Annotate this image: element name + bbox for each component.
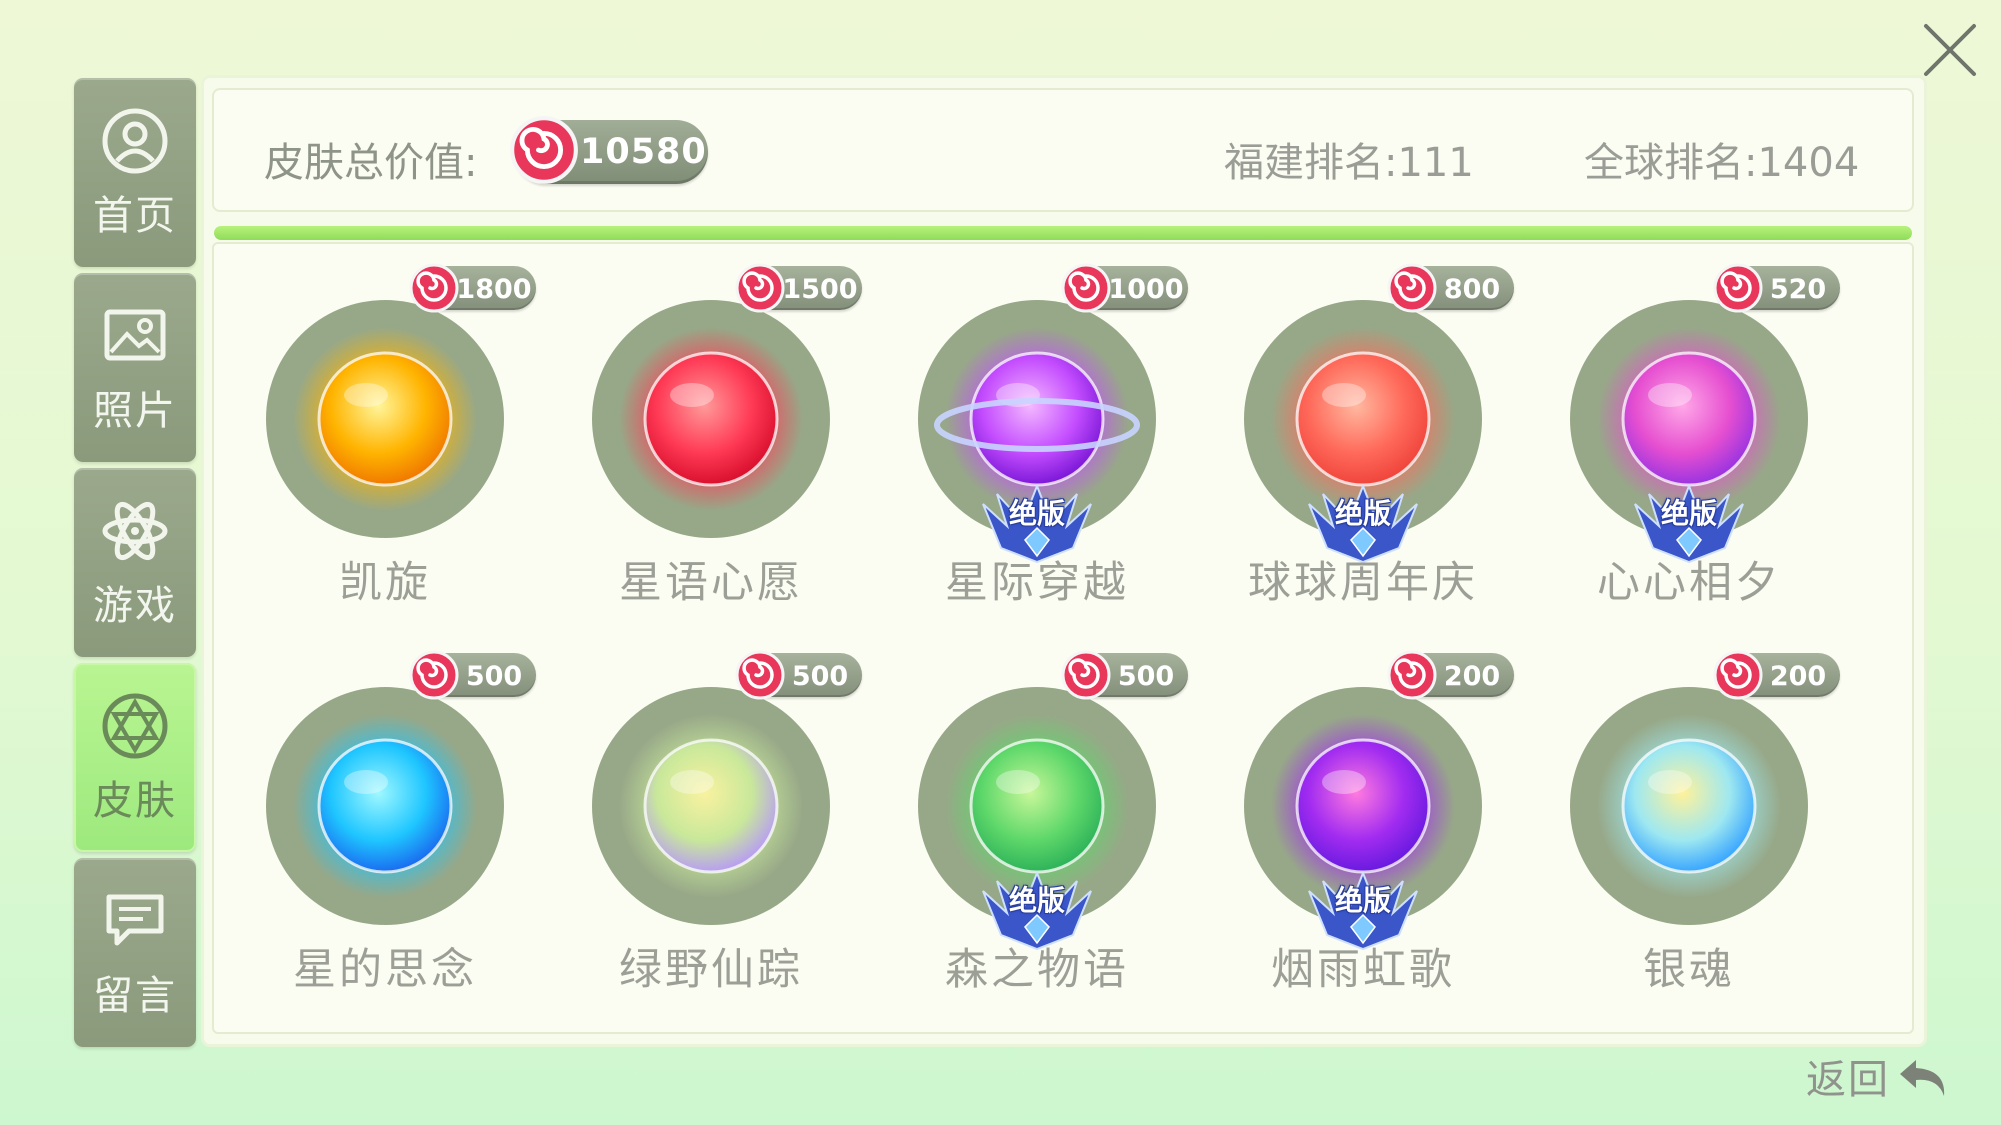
candy-icon bbox=[1061, 650, 1111, 700]
sidebar-item-skins[interactable]: 皮肤 bbox=[74, 663, 196, 852]
progress-bar bbox=[214, 226, 1912, 240]
sidebar-item-photos[interactable]: 照片 bbox=[74, 273, 196, 462]
sidebar-item-label: 留言 bbox=[93, 972, 177, 1019]
sidebar-item-games[interactable]: 游戏 bbox=[74, 468, 196, 657]
return-arrow-icon bbox=[1894, 1046, 1954, 1106]
skin-name: 银魂 bbox=[1643, 945, 1735, 995]
skin-price: 500 bbox=[1117, 661, 1175, 692]
candy-icon bbox=[409, 650, 459, 700]
price-badge: 200 bbox=[1713, 650, 1840, 700]
candy-icon bbox=[1713, 650, 1763, 700]
badge-label: 绝版 bbox=[1008, 884, 1065, 917]
skin-icon bbox=[99, 690, 171, 762]
back-label: 返回 bbox=[1806, 1057, 1890, 1103]
badge-label: 绝版 bbox=[1008, 497, 1065, 530]
price-badge: 500 bbox=[735, 650, 862, 700]
candy-icon bbox=[409, 263, 459, 313]
skin-name: 森之物语 bbox=[945, 945, 1129, 995]
candy-icon bbox=[510, 116, 578, 184]
total-value-label: 皮肤总价值: bbox=[264, 140, 478, 186]
price-badge: 1000 bbox=[1061, 263, 1188, 313]
province-rank: 福建排名:111 bbox=[1224, 140, 1474, 186]
skin-ball bbox=[619, 327, 803, 511]
candy-icon bbox=[1387, 650, 1437, 700]
price-badge: 500 bbox=[1061, 650, 1188, 700]
skin-price: 1500 bbox=[782, 274, 858, 305]
price-badge: 500 bbox=[409, 650, 536, 700]
skin-price: 1000 bbox=[1108, 274, 1184, 305]
sidebar-item-label: 首页 bbox=[93, 192, 177, 239]
badge-label: 绝版 bbox=[1334, 497, 1391, 530]
price-badge: 1800 bbox=[409, 263, 536, 313]
candy-icon bbox=[735, 650, 785, 700]
global-rank: 全球排名:1404 bbox=[1584, 140, 1860, 186]
skin-name: 心心相夕 bbox=[1597, 558, 1781, 608]
skin-item[interactable]: 520 绝版心心相夕 bbox=[1518, 248, 1840, 608]
atom-icon bbox=[99, 495, 171, 567]
price-badge: 200 bbox=[1387, 650, 1514, 700]
sidebar-item-label: 游戏 bbox=[93, 582, 177, 629]
total-value-badge: 10580 bbox=[510, 116, 708, 184]
sidebar-item-label: 照片 bbox=[93, 387, 177, 434]
sidebar-item-label: 皮肤 bbox=[93, 777, 177, 824]
skin-item[interactable]: 500 星的思念 bbox=[214, 635, 536, 995]
skin-ball bbox=[1597, 714, 1781, 898]
total-value: 10580 bbox=[580, 132, 707, 172]
skin-price: 520 bbox=[1769, 274, 1827, 305]
close-button[interactable] bbox=[1918, 18, 1982, 82]
skin-item[interactable]: 500 绝版森之物语 bbox=[866, 635, 1188, 995]
skin-item[interactable]: 1000 绝版星际穿越 bbox=[866, 248, 1188, 608]
skin-name: 星的思念 bbox=[293, 945, 477, 995]
candy-icon bbox=[1713, 263, 1763, 313]
skin-price: 200 bbox=[1443, 661, 1501, 692]
skin-name: 星际穿越 bbox=[945, 558, 1129, 608]
skin-item[interactable]: 1800 凯旋 bbox=[214, 248, 536, 608]
badge-label: 绝版 bbox=[1660, 497, 1717, 530]
skin-price: 500 bbox=[465, 661, 523, 692]
candy-icon bbox=[735, 263, 785, 313]
skin-ball bbox=[619, 714, 803, 898]
candy-icon bbox=[1061, 263, 1111, 313]
skin-name: 凯旋 bbox=[339, 558, 431, 608]
skin-name: 烟雨虹歌 bbox=[1271, 945, 1455, 995]
back-button[interactable]: 返回 bbox=[1806, 1046, 1954, 1106]
skin-price: 500 bbox=[791, 661, 849, 692]
skin-item[interactable]: 1500 星语心愿 bbox=[540, 248, 862, 608]
close-icon bbox=[1924, 24, 1976, 76]
sidebar-item-messages[interactable]: 留言 bbox=[74, 858, 196, 1047]
user-icon bbox=[99, 105, 171, 177]
candy-icon bbox=[1387, 263, 1437, 313]
price-badge: 1500 bbox=[735, 263, 862, 313]
image-icon bbox=[99, 300, 171, 372]
skin-ball bbox=[293, 714, 477, 898]
sidebar-item-home[interactable]: 首页 bbox=[74, 78, 196, 267]
progress-fill bbox=[214, 226, 1912, 240]
badge-label: 绝版 bbox=[1334, 884, 1391, 917]
message-icon bbox=[99, 885, 171, 957]
skin-item[interactable]: 800 绝版球球周年庆 bbox=[1192, 248, 1514, 608]
stats-header: 皮肤总价值: 10580 福建排名:111 全球排名:1404 bbox=[212, 88, 1914, 212]
skin-grid: 1800 凯旋 1500 星语心愿 1000 绝版 星际穿越 800 绝版 球球周年庆 520 绝版心… bbox=[212, 242, 1914, 1034]
skin-price: 200 bbox=[1769, 661, 1827, 692]
skin-name: 绿野仙踪 bbox=[619, 945, 803, 995]
skin-ball bbox=[293, 327, 477, 511]
skin-item[interactable]: 200 绝版烟雨虹歌 bbox=[1192, 635, 1514, 995]
skin-name: 球球周年庆 bbox=[1248, 558, 1478, 608]
skin-item[interactable]: 200 银魂 bbox=[1518, 635, 1840, 995]
skin-item[interactable]: 500 绿野仙踪 bbox=[540, 635, 862, 995]
skin-panel: 皮肤总价值: 10580 福建排名:111 全球排名:1404 1800 凯旋 15… bbox=[204, 78, 1924, 1044]
skin-price: 1800 bbox=[456, 274, 532, 305]
price-badge: 520 bbox=[1713, 263, 1840, 313]
skin-price: 800 bbox=[1443, 274, 1501, 305]
skin-name: 星语心愿 bbox=[619, 558, 803, 608]
price-badge: 800 bbox=[1387, 263, 1514, 313]
